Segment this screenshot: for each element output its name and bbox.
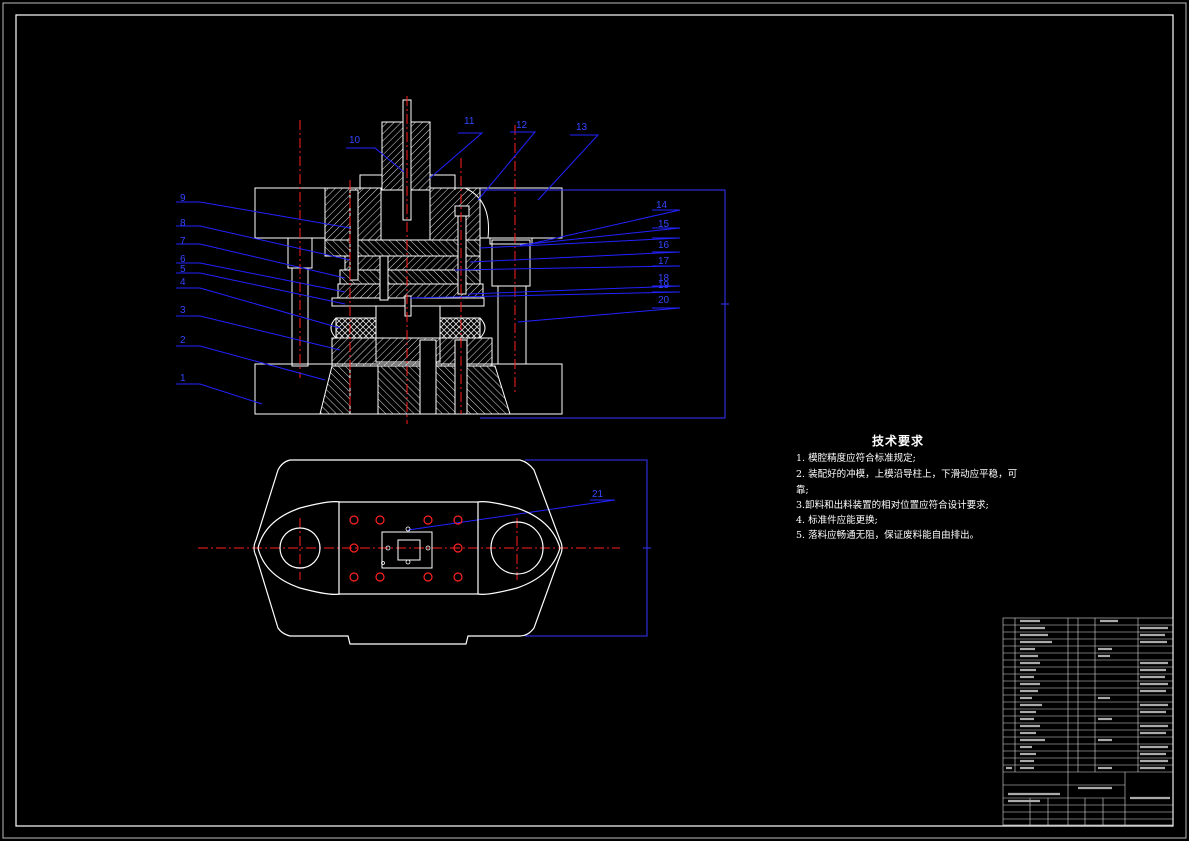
- part-label-6: 6: [180, 254, 186, 265]
- part-label-12: 12: [516, 120, 528, 131]
- small-pin-holes: [381, 526, 431, 565]
- part-label-11: 11: [464, 116, 475, 127]
- technical-requirement-2: 2. 装配好的冲模，上模沿导柱上，下滑动应平稳，可: [796, 469, 1018, 480]
- part-label-13: 13: [576, 122, 588, 133]
- lower-die-block: [331, 337, 493, 367]
- plan-view: [253, 459, 563, 645]
- stripper-spring: [335, 317, 377, 339]
- technical-requirement-2-cont: 靠;: [796, 485, 809, 496]
- part-label-17: 17: [658, 256, 670, 267]
- lower-plate-outline: [253, 459, 563, 645]
- section-view: [254, 99, 563, 415]
- technical-requirement-4: 4. 标准件应能更换;: [796, 515, 878, 526]
- leader-lines: [176, 131, 681, 531]
- part-label-14: 14: [656, 200, 668, 211]
- part-label-3: 3: [180, 305, 186, 316]
- technical-requirements-title: 技术要求: [872, 434, 925, 448]
- part-label-2: 2: [180, 335, 186, 346]
- drawing-canvas: 1 2 3 4 5 6 7 8 9 10 11 12 13 14 15 16 1…: [2, 2, 1187, 839]
- inner-border: [15, 14, 1174, 827]
- part-label-4: 4: [180, 277, 186, 288]
- part-label-15: 15: [658, 219, 670, 230]
- part-label-19: 19: [658, 280, 670, 291]
- part-label-1: 1: [180, 373, 186, 384]
- part-label-21: 21: [592, 489, 604, 500]
- part-label-10: 10: [349, 135, 361, 146]
- part-label-8: 8: [180, 218, 186, 229]
- dimension-lines: [480, 189, 729, 637]
- part-label-5: 5: [180, 264, 186, 275]
- technical-requirement-3: 3.卸料和出料装置的相对位置应符合设计要求;: [796, 500, 989, 511]
- technical-requirement-5: 5. 落料应畅通无阻，保证废料能自由排出。: [796, 530, 980, 541]
- technical-requirement-1: 1. 模腔精度应符合标准规定;: [796, 453, 916, 464]
- part-label-7: 7: [180, 236, 186, 247]
- part-label-16: 16: [658, 240, 670, 251]
- die-insert-outline: [381, 531, 433, 569]
- title-block-scribbles: [1006, 619, 1170, 803]
- outer-border: [2, 2, 1187, 839]
- part-label-9: 9: [180, 193, 186, 204]
- part-label-20: 20: [658, 295, 670, 306]
- punch-holder: [324, 239, 481, 257]
